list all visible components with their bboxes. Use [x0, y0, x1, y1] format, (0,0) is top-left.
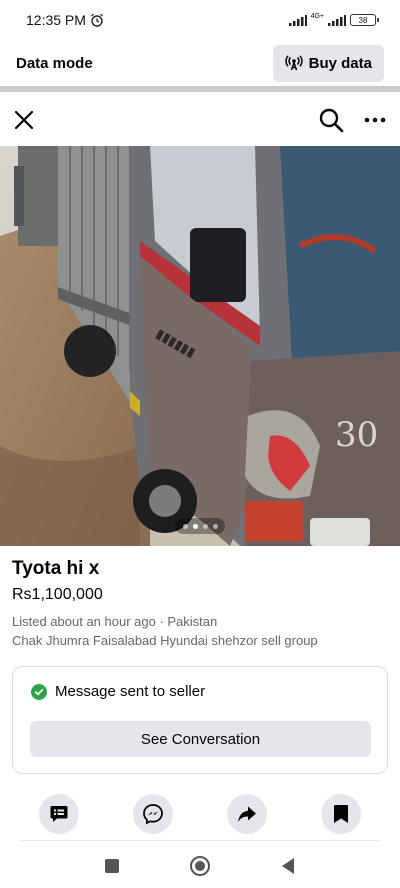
- share-icon: [238, 806, 256, 822]
- alarm-clock-icon: [91, 13, 103, 27]
- check-circle-icon: [31, 683, 47, 700]
- status-indicators: 4G+ 38: [288, 12, 379, 26]
- action-row: [0, 794, 400, 836]
- messenger-icon: [143, 804, 163, 825]
- photo-page-indicator: [175, 518, 225, 534]
- listing-title: Tyota hi x: [12, 558, 100, 579]
- listing-photo[interactable]: ▮▮▮▮▮▮ 30: [0, 146, 400, 546]
- page-dot: [212, 523, 218, 529]
- home-button[interactable]: [188, 854, 212, 878]
- square-icon: [105, 859, 119, 873]
- listing-price: Rs1,100,000: [12, 586, 103, 603]
- status-time: 12:35 PM: [26, 12, 86, 28]
- network-type: 4G+: [310, 12, 324, 20]
- close-icon[interactable]: [12, 108, 36, 132]
- status-bar: 12:35 PM 4G+ 38: [0, 0, 400, 40]
- back-triangle-icon: [282, 858, 294, 874]
- messenger-button[interactable]: [133, 794, 173, 834]
- save-button[interactable]: [321, 794, 361, 834]
- signal-bars-icon: [288, 14, 307, 26]
- message-status: Message sent to seller: [31, 683, 205, 700]
- data-mode-bar: Data mode Buy data: [0, 40, 400, 86]
- top-nav: [0, 96, 400, 144]
- message-status-card: Message sent to seller See Conversation: [12, 666, 388, 774]
- message-seller-icon: [50, 806, 68, 822]
- message-status-text: Message sent to seller: [55, 683, 206, 700]
- search-icon[interactable]: [318, 107, 344, 133]
- share-button[interactable]: [227, 794, 267, 834]
- data-mode-label: Data mode: [16, 54, 93, 72]
- home-circle-icon: [190, 856, 210, 876]
- nav-actions: [318, 107, 388, 133]
- battery-level: 38: [358, 15, 368, 25]
- divider: [20, 840, 380, 841]
- listing-meta: Listed about an hour ago · Pakistan: [12, 614, 218, 629]
- save-icon: [334, 805, 348, 823]
- more-horizontal-icon[interactable]: [364, 108, 386, 132]
- page-dot: [182, 523, 188, 529]
- signal-bars-icon: [328, 14, 346, 26]
- system-nav-bar: [0, 846, 400, 888]
- message-seller-button[interactable]: [39, 794, 79, 834]
- listing-group-link[interactable]: Chak Jhumra Faisalabad Hyundai shehzor s…: [12, 633, 318, 648]
- see-conversation-button[interactable]: See Conversation: [30, 721, 371, 757]
- battery-icon: 38: [350, 14, 379, 26]
- buy-data-label: Buy data: [308, 54, 372, 72]
- divider: [0, 86, 400, 92]
- svg-text:30: 30: [335, 415, 378, 455]
- page-dot-active: [192, 523, 198, 529]
- buy-data-button[interactable]: Buy data: [272, 44, 384, 82]
- page-dot: [202, 523, 208, 529]
- back-button[interactable]: [276, 854, 300, 878]
- antenna-icon: [285, 55, 303, 71]
- truck-photo-illustration: ▮▮▮▮▮▮ 30: [0, 146, 400, 546]
- recent-apps-button[interactable]: [100, 854, 124, 878]
